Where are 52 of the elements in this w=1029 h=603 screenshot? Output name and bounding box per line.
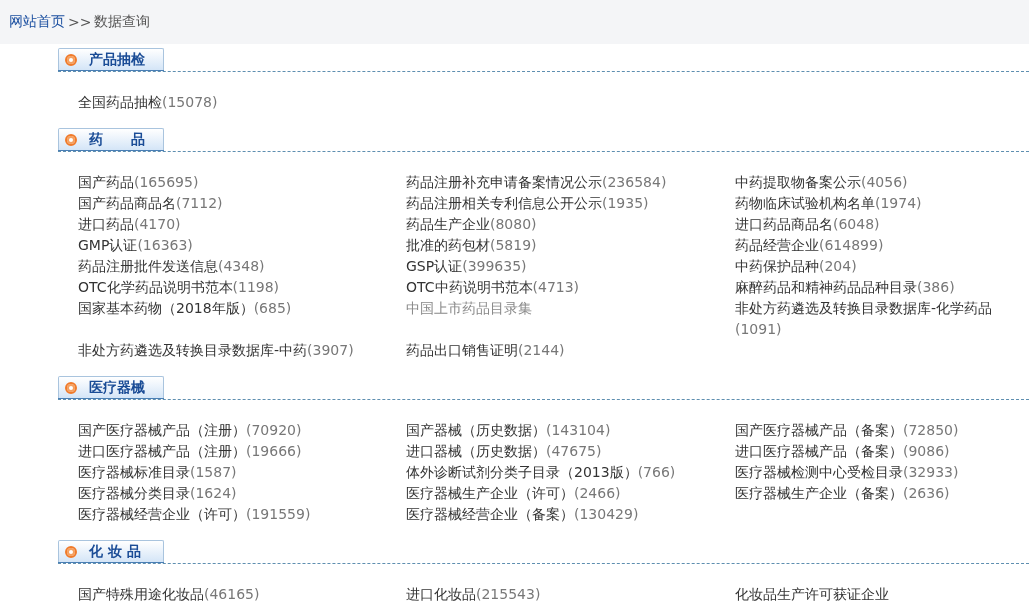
bullet-icon xyxy=(65,133,77,146)
data-link[interactable]: 国产药品商品名(7112) xyxy=(78,193,406,214)
home-link[interactable]: 网站首页 xyxy=(9,13,65,31)
data-link[interactable]: 非处方药遴选及转换目录数据库-化学药品 (1091) xyxy=(735,298,1007,340)
data-link[interactable]: 非处方药遴选及转换目录数据库-中药(3907) xyxy=(78,340,406,361)
data-link[interactable]: 进口药品商品名(6048) xyxy=(735,214,1007,235)
data-link[interactable]: 药物临床试验机构名单(1974) xyxy=(735,193,1007,214)
breadcrumb-separator: >> xyxy=(68,14,92,30)
data-link[interactable]: 医疗器械生产企业（备案）(2636) xyxy=(735,483,1007,504)
bullet-icon xyxy=(65,381,77,394)
data-link[interactable]: GMP认证(16363) xyxy=(78,235,406,256)
data-link[interactable]: 国家基本药物（2018年版）(685) xyxy=(78,298,406,340)
data-link[interactable]: 药品出口销售证明(2144) xyxy=(406,340,735,361)
data-link[interactable]: 进口器械（历史数据）(47675) xyxy=(406,441,735,462)
data-link[interactable]: 国产特殊用途化妆品(46165) xyxy=(78,584,406,603)
data-link[interactable]: 医疗器械检测中心受检目录(32933) xyxy=(735,462,1007,483)
data-link[interactable]: 医疗器械生产企业（许可）(2466) xyxy=(406,483,735,504)
section-title: 药 品 xyxy=(89,130,145,149)
section-title: 化 妆 品 xyxy=(89,542,141,561)
data-link[interactable]: 医疗器械经营企业（许可）(191559) xyxy=(78,504,406,525)
data-link[interactable]: 药品注册批件发送信息(4348) xyxy=(78,256,406,277)
data-link[interactable]: 药品注册补充申请备案情况公示(236584) xyxy=(406,172,735,193)
data-link[interactable]: 国产医疗器械产品（备案）(72850) xyxy=(735,420,1007,441)
data-link[interactable]: 进口医疗器械产品（注册）(19666) xyxy=(78,441,406,462)
data-link[interactable]: 中国上市药品目录集 xyxy=(406,298,735,340)
data-link[interactable]: GSP认证(399635) xyxy=(406,256,735,277)
data-link[interactable]: 国产医疗器械产品（注册）(70920) xyxy=(78,420,406,441)
data-link[interactable]: 药品生产企业(8080) xyxy=(406,214,735,235)
data-link[interactable]: 体外诊断试剂分类子目录（2013版）(766) xyxy=(406,462,735,483)
data-link[interactable]: 中药提取物备案公示(4056) xyxy=(735,172,1007,193)
bullet-icon xyxy=(65,545,77,558)
data-link[interactable]: 进口药品(4170) xyxy=(78,214,406,235)
data-link[interactable]: 化妆品生产许可获证企业 xyxy=(735,584,1007,603)
data-link[interactable]: 全国药品抽检(15078) xyxy=(78,92,406,113)
data-link[interactable]: 进口医疗器械产品（备案）(9086) xyxy=(735,441,1007,462)
data-link[interactable]: 药品经营企业(614899) xyxy=(735,235,1007,256)
data-link[interactable]: OTC中药说明书范本(4713) xyxy=(406,277,735,298)
data-link[interactable]: 进口化妆品(215543) xyxy=(406,584,735,603)
data-link[interactable]: 中药保护品种(204) xyxy=(735,256,1007,277)
data-link[interactable]: 医疗器械分类目录(1624) xyxy=(78,483,406,504)
data-link[interactable]: 国产药品(165695) xyxy=(78,172,406,193)
section-title: 医疗器械 xyxy=(89,378,145,397)
breadcrumb-current: 数据查询 xyxy=(94,13,151,31)
data-link[interactable]: 医疗器械经营企业（备案）(130429) xyxy=(406,504,735,525)
data-link[interactable]: 药品注册相关专利信息公开公示(1935) xyxy=(406,193,735,214)
section-title: 产品抽检 xyxy=(89,50,145,69)
bullet-icon xyxy=(65,53,77,66)
data-link[interactable]: OTC化学药品说明书范本(1198) xyxy=(78,277,406,298)
data-link[interactable]: 批准的药包材(5819) xyxy=(406,235,735,256)
data-link[interactable]: 医疗器械标准目录(1587) xyxy=(78,462,406,483)
data-link[interactable]: 麻醉药品和精神药品品种目录(386) xyxy=(735,277,1007,298)
data-link[interactable]: 国产器械（历史数据）(143104) xyxy=(406,420,735,441)
